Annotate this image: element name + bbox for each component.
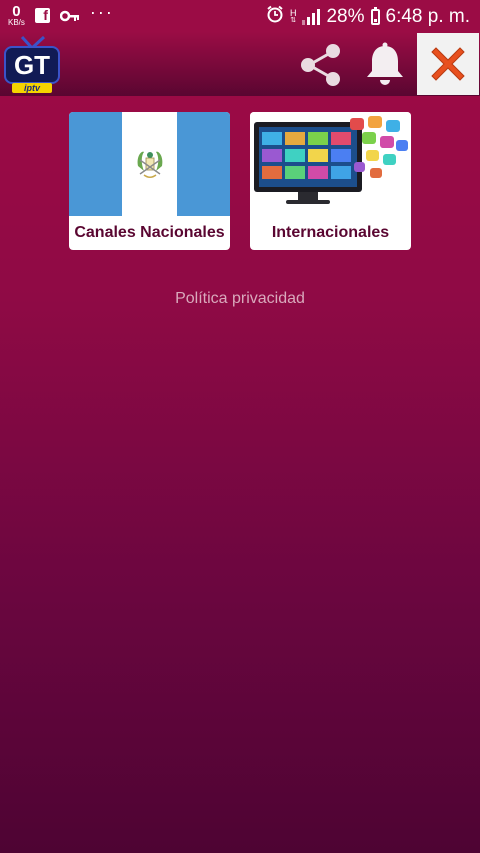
national-channels-label: Canales Nacionales [74,224,225,241]
app-bar: GT iptv [0,32,480,96]
network-type: H ⇅ [289,8,297,25]
more-notifications-icon: ··· [89,2,114,22]
tv-apps-image [250,112,411,216]
key-icon [59,10,80,22]
network-label: H [289,8,297,18]
national-channels-card[interactable]: Canales Nacionales [69,112,230,250]
international-channels-label: Internacionales [271,224,390,241]
share-button[interactable] [296,40,346,90]
share-icon [301,44,340,86]
facebook-icon: f [34,7,50,23]
data-rate: 0 [12,3,21,20]
status-right: H ⇅ 28% 6:48 p. m. [266,5,470,29]
signal-icon [302,9,321,25]
app-logo: GT iptv [4,36,60,93]
logo-subtext: iptv [12,83,52,93]
battery-icon [370,7,380,25]
international-channels-card[interactable]: Internacionales [250,112,411,250]
status-bar: 0 KB/s f ··· H ⇅ 28% 6:48 p. m. [0,0,480,32]
close-icon [431,47,465,81]
data-unit: KB/s [8,18,25,27]
bell-icon [367,42,403,85]
clock: 6:48 p. m. [385,6,471,27]
logo-text: GT [4,46,60,84]
data-rate-indicator: 0 KB/s [8,4,25,27]
privacy-policy-link[interactable]: Política privacidad [0,290,480,308]
coat-of-arms-icon [137,151,162,178]
guatemala-flag-image [69,112,230,216]
close-button[interactable] [417,33,479,95]
notifications-button[interactable] [362,40,408,90]
status-left: 0 KB/s f ··· [8,2,114,27]
alarm-icon [266,5,284,29]
battery-percent: 28% [326,6,365,27]
